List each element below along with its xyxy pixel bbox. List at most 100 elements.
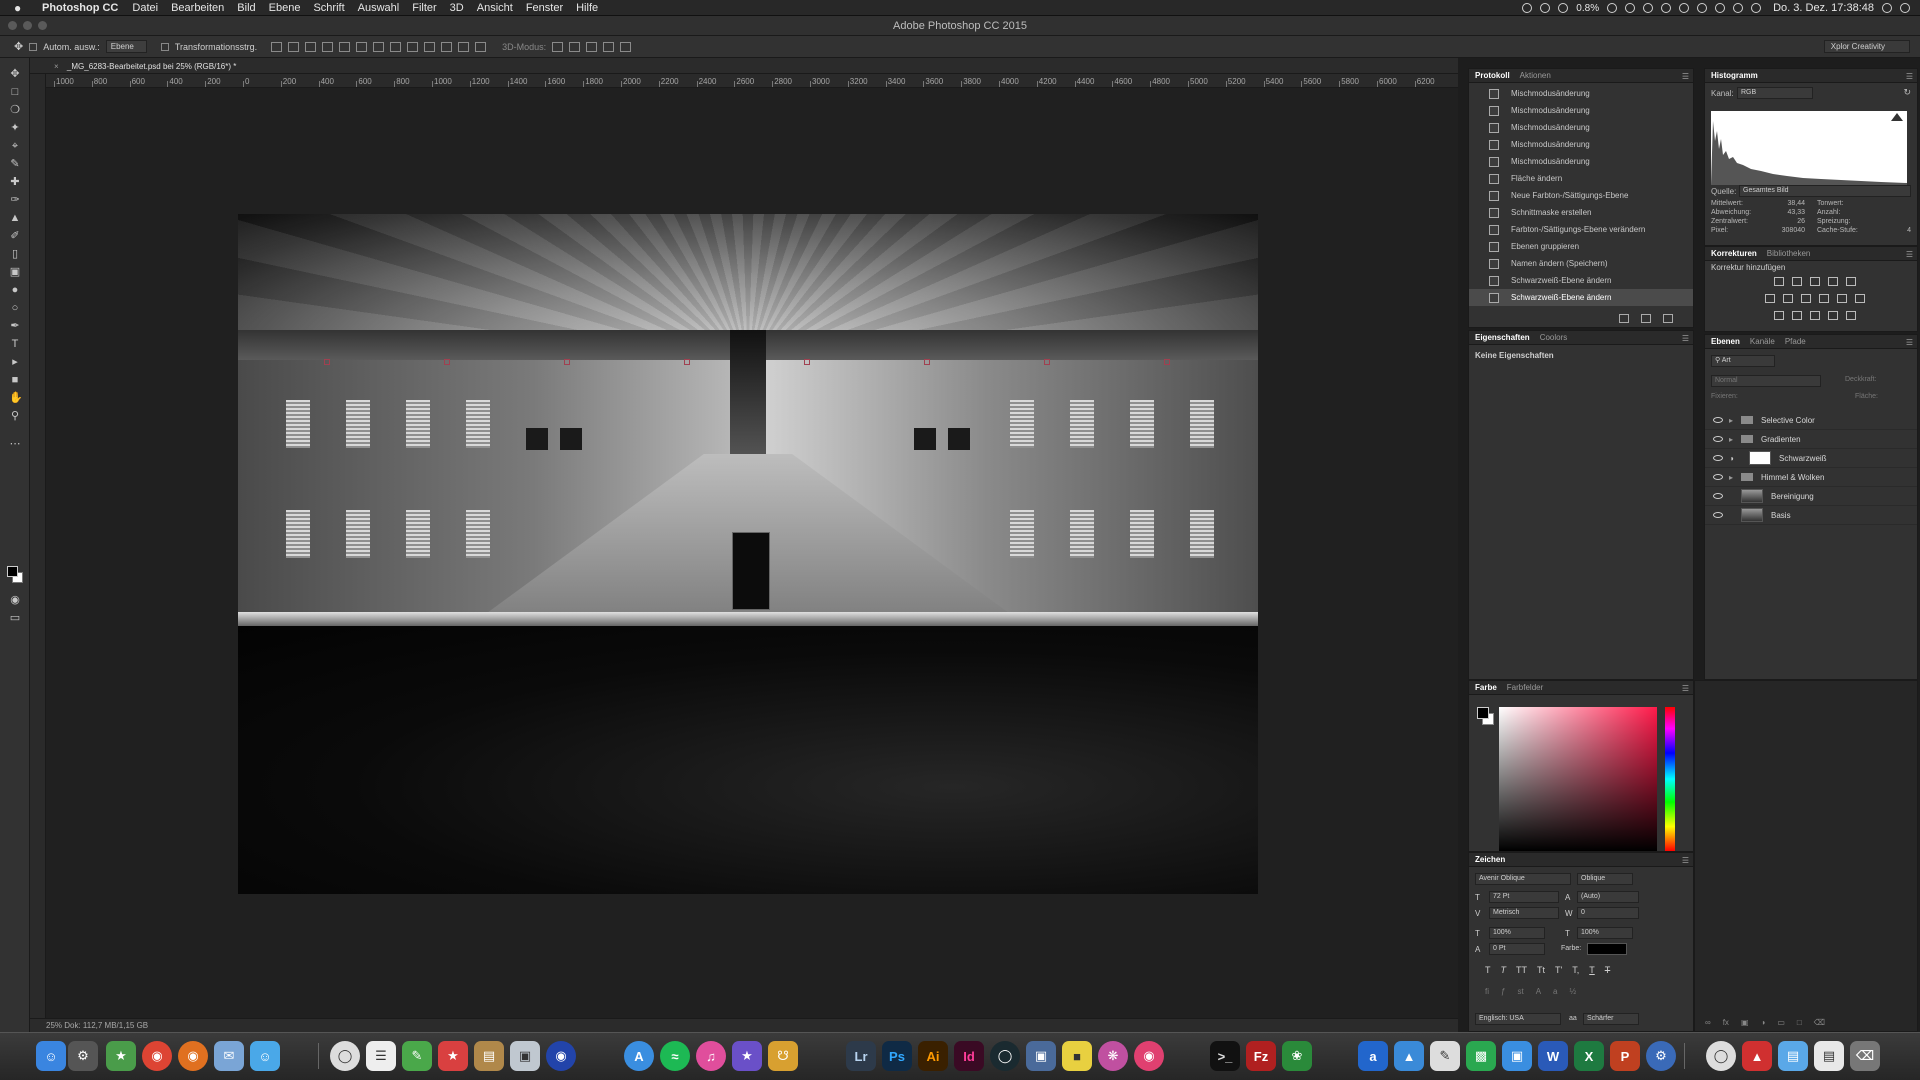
blend-mode-select[interactable]: Normal (1711, 375, 1821, 387)
3d-pan-icon[interactable] (586, 41, 598, 52)
cloud-icon[interactable] (1625, 3, 1636, 13)
3d-rotate-icon[interactable] (552, 41, 564, 52)
color-app-icon[interactable]: ■ (1062, 1041, 1092, 1071)
font-family-select[interactable]: Avenir Oblique (1475, 873, 1571, 885)
keynote-icon[interactable]: ▣ (1502, 1041, 1532, 1071)
menu-3d[interactable]: 3D (450, 2, 464, 14)
language-select[interactable]: Englisch: USA (1475, 1013, 1561, 1025)
vertical-scale-field[interactable]: 100% (1489, 927, 1545, 939)
visibility-eye-icon[interactable] (1713, 512, 1723, 518)
underline-icon[interactable]: T (1589, 965, 1595, 975)
faux-bold-icon[interactable]: T (1485, 965, 1491, 975)
evernote-icon[interactable]: ✎ (402, 1041, 432, 1071)
menu-auswahl[interactable]: Auswahl (358, 2, 400, 14)
selective-color-icon[interactable] (1828, 311, 1838, 320)
tracking-field[interactable]: 0 (1577, 907, 1639, 919)
panel-menu-icon[interactable]: ☰ (1906, 72, 1913, 81)
tab-farbe[interactable]: Farbe (1475, 683, 1497, 692)
menu-filter[interactable]: Filter (412, 2, 436, 14)
camera-raw-icon[interactable]: ◯ (990, 1041, 1020, 1071)
horizontal-ruler[interactable]: 1000 800 600 400 200 0 200 400 600 800 1000 1200 140… (46, 74, 1458, 88)
3d-scale-icon[interactable] (620, 41, 632, 52)
titling-alt-icon[interactable]: A (1536, 987, 1541, 996)
dodge-tool[interactable]: ○ (9, 302, 21, 314)
layer-row[interactable]: Basis (1705, 506, 1917, 525)
history-state[interactable]: Schnittmaske erstellen (1469, 204, 1693, 221)
faux-italic-icon[interactable]: T (1501, 965, 1507, 975)
notebook-icon[interactable]: ▤ (474, 1041, 504, 1071)
history-state[interactable]: Farbton-/Sättigungs-Ebene verändern (1469, 221, 1693, 238)
tab-aktionen[interactable]: Aktionen (1520, 71, 1551, 80)
display-icon[interactable] (1661, 3, 1672, 13)
preview-icon[interactable]: ▣ (510, 1041, 540, 1071)
3d-roll-icon[interactable] (569, 41, 581, 52)
globe-app-icon[interactable]: ◉ (546, 1041, 576, 1071)
aperture-icon[interactable]: ❋ (1098, 1041, 1128, 1071)
layer-row[interactable]: ▸ Selective Color (1705, 411, 1917, 430)
tab-coolors[interactable]: Coolors (1540, 333, 1568, 342)
auto-select-dropdown[interactable]: Ebene (105, 40, 147, 53)
amazon-app-icon[interactable]: a (1358, 1041, 1388, 1071)
canvas-area[interactable] (46, 88, 1458, 1018)
invert-icon[interactable] (1774, 311, 1784, 320)
layer-row[interactable]: ▸ Gradienten (1705, 430, 1917, 449)
history-state[interactable]: Namen ändern (Speichern) (1469, 255, 1693, 272)
path-selection-tool[interactable]: ▸ (9, 356, 21, 368)
threshold-icon[interactable] (1810, 311, 1820, 320)
photoshop-icon[interactable]: Ps (882, 1041, 912, 1071)
layer-name[interactable]: Gradienten (1761, 435, 1801, 444)
powerpoint-icon[interactable]: P (1610, 1041, 1640, 1071)
ordinal-icon[interactable]: a (1553, 987, 1557, 996)
1password-icon[interactable]: ◯ (330, 1041, 360, 1071)
3d-slide-icon[interactable] (603, 41, 615, 52)
menu-clock[interactable]: Do. 3. Dez. 17:38:48 (1773, 2, 1874, 14)
delete-layer-icon[interactable]: ⌫ (1814, 1018, 1825, 1027)
layer-name[interactable]: Himmel & Wolken (1761, 473, 1824, 482)
text-color-swatch[interactable] (1587, 943, 1627, 955)
layer-style-icon[interactable]: fx (1723, 1018, 1729, 1027)
distribute-left-icon[interactable] (424, 41, 436, 52)
more-tools-icon[interactable]: ⋯ (9, 438, 21, 450)
panel-menu-icon[interactable]: ☰ (1682, 334, 1689, 343)
tab-pfade[interactable]: Pfade (1785, 337, 1806, 346)
add-mask-icon[interactable]: ▣ (1741, 1018, 1749, 1027)
time-machine-icon[interactable] (1679, 3, 1690, 13)
font-style-select[interactable]: Oblique (1577, 873, 1633, 885)
leading-field[interactable]: (Auto) (1577, 891, 1639, 903)
strikethrough-icon[interactable]: T (1605, 965, 1611, 975)
launchpad-icon[interactable]: ⚙ (68, 1041, 98, 1071)
group-expand-arrow-icon[interactable]: ▸ (1729, 416, 1737, 425)
illustrator-icon[interactable]: Ai (918, 1041, 948, 1071)
auto-select-checkbox[interactable] (29, 42, 38, 51)
blur-tool[interactable]: ● (9, 284, 21, 296)
move-tool[interactable]: ✥ (9, 68, 21, 80)
screen-mode-icon[interactable]: ▭ (9, 612, 21, 624)
lips-app-icon[interactable]: ◉ (1134, 1041, 1164, 1071)
layer-thumbnail[interactable] (1741, 489, 1763, 503)
layer-row[interactable]: ◑ Schwarzweiß (1705, 449, 1917, 468)
align-right-icon[interactable] (356, 41, 368, 52)
layer-name[interactable]: Schwarzweiß (1779, 454, 1827, 463)
zoom-window-button[interactable] (38, 21, 47, 30)
character-title[interactable]: Zeichen (1475, 855, 1505, 864)
chrome-icon[interactable]: ◉ (142, 1041, 172, 1071)
pen-tool[interactable]: ✒ (9, 320, 21, 332)
brush-tool[interactable]: ✑ (9, 194, 21, 206)
battery-icon[interactable] (1733, 3, 1744, 13)
cocktail-icon[interactable]: ☋ (768, 1041, 798, 1071)
close-tab-icon[interactable]: × (54, 62, 59, 71)
channel-mixer-icon[interactable] (1837, 294, 1847, 303)
visibility-eye-icon[interactable] (1713, 436, 1723, 442)
hue-saturation-icon[interactable] (1765, 294, 1775, 303)
align-left-icon[interactable] (322, 41, 334, 52)
superscript-icon[interactable]: T' (1555, 965, 1562, 975)
finder-icon[interactable]: ☺ (36, 1041, 66, 1071)
font-size-field[interactable]: 72 Pt (1489, 891, 1559, 903)
history-state[interactable]: Mischmodusänderung (1469, 85, 1693, 102)
panel-menu-icon[interactable]: ☰ (1682, 72, 1689, 81)
small-caps-icon[interactable]: Tt (1537, 965, 1545, 975)
clipping-warning-icon[interactable] (1891, 113, 1903, 121)
layer-thumbnail[interactable] (1741, 508, 1763, 522)
maps-icon[interactable]: ▲ (1394, 1041, 1424, 1071)
foreground-color-chip[interactable] (1477, 707, 1489, 719)
